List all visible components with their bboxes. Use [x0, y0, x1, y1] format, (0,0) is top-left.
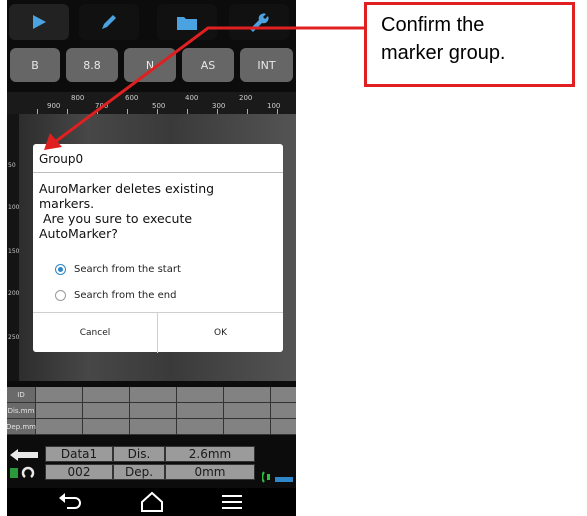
- annotation-arrow-icon: [44, 26, 364, 150]
